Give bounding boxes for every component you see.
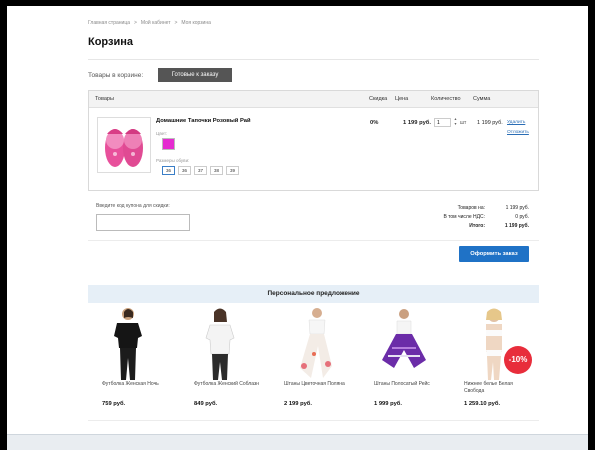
coupon-label: Введите код купона для скидки:	[96, 203, 170, 209]
offer-price: 849 руб.	[194, 401, 218, 407]
size-option[interactable]: 37	[194, 166, 207, 175]
model-striped-pants-icon	[382, 309, 426, 368]
model-floral-pants-icon	[300, 308, 332, 378]
personal-offer-title: Персональное предложение	[88, 285, 539, 303]
breadcrumb-cabinet[interactable]: Мой кабинет	[141, 20, 171, 26]
header-discount: Скидка	[369, 96, 388, 102]
page-title: Корзина	[88, 36, 133, 48]
offer-price: 1 259.10 руб.	[464, 401, 501, 407]
header-qty: Количество	[431, 96, 461, 102]
offer-name[interactable]: Штаны Полосатый Рейс	[374, 381, 444, 388]
offer-name[interactable]: Футболка Женская Ночь	[102, 381, 172, 388]
offer-name[interactable]: Футболка Женский Соблазн	[194, 381, 264, 388]
size-label: Размеры обуви:	[156, 158, 190, 163]
item-discount: 0%	[370, 120, 379, 126]
quantity-unit: шт	[460, 120, 467, 126]
breadcrumb-cart: Моя корзина	[181, 20, 211, 26]
breadcrumb: Главная страница > Мой кабинет > Моя корзина	[88, 20, 211, 26]
product-image[interactable]	[97, 117, 151, 173]
divider	[88, 240, 539, 241]
page: Главная страница > Мой кабинет > Моя корзина…	[7, 6, 588, 434]
breadcrumb-sep: >	[174, 20, 178, 26]
divider	[88, 420, 539, 421]
slippers-image-icon	[105, 129, 143, 167]
totals: Товаров на: 1 199 руб. В том числе НДС: 0 …	[380, 203, 529, 230]
product-name-link[interactable]: Домашние Тапочки Розовый Рай	[156, 118, 251, 124]
offer-price: 759 руб.	[102, 401, 126, 407]
quantity-input[interactable]	[434, 118, 451, 127]
arrow-down-icon[interactable]: ▼	[453, 122, 458, 127]
header-sum: Сумма	[473, 96, 491, 102]
item-price: 1 199 руб.	[403, 120, 431, 126]
discount-badge: -10%	[504, 346, 532, 374]
grand-total-label: Итого:	[469, 223, 485, 229]
grand-total-value: 1 199 руб.	[504, 223, 529, 229]
size-option-selected[interactable]: 36	[162, 166, 175, 175]
checkout-button[interactable]: Оформить заказ	[459, 246, 529, 262]
ready-for-order-tab[interactable]: Готовые к заказу	[158, 68, 232, 82]
size-option[interactable]: 39	[226, 166, 239, 175]
item-sum: 1 199 руб.	[477, 120, 503, 126]
header-price: Цена	[395, 96, 409, 102]
offer-image[interactable]	[284, 306, 354, 381]
offer-image[interactable]	[374, 306, 444, 381]
color-label: Цвет:	[156, 131, 168, 136]
model-black-tshirt-icon	[114, 308, 142, 380]
postpone-link[interactable]: Отложить	[507, 130, 529, 135]
offer-image[interactable]	[194, 306, 264, 381]
quantity-stepper[interactable]: ▲ ▼	[453, 117, 458, 128]
content: Главная страница > Мой кабинет > Моя корзина…	[80, 6, 540, 434]
offer-image[interactable]: -10%	[464, 306, 534, 381]
table-header: Товары Скидка Цена Количество Сумма	[89, 91, 538, 108]
size-option[interactable]: 36	[178, 166, 191, 175]
bottom-bar	[7, 434, 588, 450]
offer-name[interactable]: Нижнее белье Белая Свобода	[464, 381, 534, 394]
breadcrumb-home[interactable]: Главная страница	[88, 20, 130, 26]
offer-name[interactable]: Штаны Цветочная Поляна	[284, 381, 354, 388]
header-goods: Товары	[95, 96, 114, 102]
divider	[88, 59, 539, 60]
offer-price: 1 999 руб.	[374, 401, 402, 407]
delete-link[interactable]: Удалить	[507, 120, 525, 125]
size-option[interactable]: 38	[210, 166, 223, 175]
breadcrumb-sep: >	[133, 20, 137, 26]
model-white-tshirt-icon	[205, 308, 235, 380]
color-swatch[interactable]	[162, 138, 175, 150]
offer-image[interactable]	[102, 306, 172, 381]
coupon-input[interactable]	[96, 214, 190, 231]
cart-table: Товары Скидка Цена Количество Сумма Дома…	[88, 90, 539, 191]
cart-label: Товары в корзине:	[88, 72, 144, 79]
offer-price: 2 199 руб.	[284, 401, 312, 407]
